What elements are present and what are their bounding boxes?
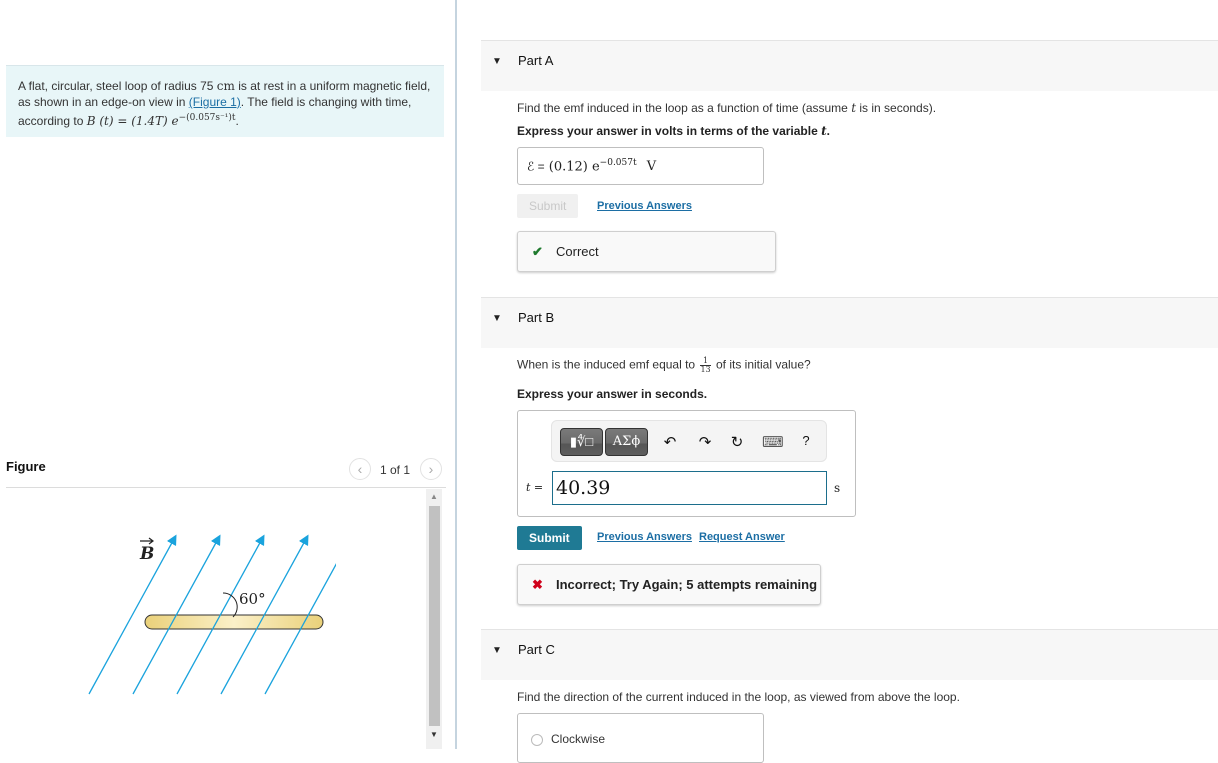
fraction-denominator: 13 xyxy=(700,365,711,374)
part-c-question: Find the direction of the current induce… xyxy=(517,690,960,704)
chevron-left-icon[interactable]: ‹ xyxy=(349,458,371,480)
reset-icon[interactable]: ↻ xyxy=(727,433,747,451)
answer-unit: s xyxy=(834,481,841,495)
feedback-text: Correct xyxy=(556,244,599,259)
part-b-submit-button[interactable]: Submit xyxy=(517,526,582,550)
pane-divider[interactable] xyxy=(455,0,457,749)
part-a-instruction-text: Express your answer in volts in terms of… xyxy=(517,124,822,138)
scroll-down-icon[interactable]: ▼ xyxy=(426,729,442,741)
caret-down-icon[interactable]: ▼ xyxy=(492,56,502,67)
feedback-text: Incorrect; Try Again; 5 attempts remaini… xyxy=(556,577,818,592)
scroll-up-icon[interactable]: ▲ xyxy=(426,491,442,503)
problem-text-1: A flat, circular, steel loop of radius 7… xyxy=(18,79,214,93)
undo-icon[interactable]: ↶ xyxy=(660,433,680,451)
chevron-right-icon[interactable]: › xyxy=(420,458,442,480)
left-pane: A flat, circular, steel loop of radius 7… xyxy=(0,0,456,749)
caret-down-icon[interactable]: ▼ xyxy=(492,645,502,656)
figure-scrollbar[interactable]: ▲ ▼ xyxy=(426,489,442,749)
caret-down-icon[interactable]: ▼ xyxy=(492,313,502,324)
part-b-question: When is the induced emf equal to 1 13 of… xyxy=(517,357,811,377)
figure-pager: 1 of 1 xyxy=(380,463,411,477)
angle-label: 60° xyxy=(239,590,266,608)
t-input-label: t = xyxy=(526,481,544,494)
part-a-previous-answers-link[interactable]: Previous Answers xyxy=(597,200,692,212)
part-a-title: Part A xyxy=(518,53,554,68)
part-b-header[interactable]: ▼ Part B xyxy=(481,297,1218,348)
answer-value: (0.12) e xyxy=(548,159,600,175)
part-a-question-text: Find the emf induced in the loop as a fu… xyxy=(517,101,852,115)
answer-input[interactable]: 40.39 xyxy=(552,471,827,505)
figure-link[interactable]: (Figure 1) xyxy=(189,95,241,109)
x-mark-icon: ✖ xyxy=(532,577,543,592)
option-label: Clockwise xyxy=(551,732,606,746)
equation-end: . xyxy=(235,114,239,128)
part-a-question: Find the emf induced in the loop as a fu… xyxy=(517,101,936,115)
scroll-thumb[interactable] xyxy=(429,506,440,726)
part-b-question-end: of its initial value? xyxy=(715,357,811,372)
magnetic-field-diagram: 60° B xyxy=(88,534,336,695)
field-equation: B (t) = (1.4T) e xyxy=(86,114,179,128)
checkmark-icon: ✔ xyxy=(532,244,543,259)
redo-icon[interactable]: ↷ xyxy=(695,433,715,451)
fraction: 1 13 xyxy=(700,357,711,374)
part-b-previous-answers-link[interactable]: Previous Answers xyxy=(597,531,692,543)
part-a-header[interactable]: ▼ Part A xyxy=(481,40,1218,91)
help-icon[interactable]: ? xyxy=(796,433,816,448)
part-a-answer-box: ℰ = (0.12) e−0.057t V xyxy=(517,147,764,185)
part-a-feedback: ✔ Correct xyxy=(517,231,776,272)
part-a-submit-button[interactable]: Submit xyxy=(517,194,579,218)
part-a-answer: ℰ = (0.12) e−0.057t V xyxy=(527,158,656,174)
greek-symbols-button[interactable]: ΑΣϕ xyxy=(605,428,648,456)
part-b-title: Part B xyxy=(518,310,555,325)
field-label: B xyxy=(139,544,154,564)
problem-statement: A flat, circular, steel loop of radius 7… xyxy=(6,65,444,137)
templates-button[interactable]: ▮∜□ xyxy=(560,428,603,456)
radius-unit: cm xyxy=(216,79,235,93)
part-b-instruction: Express your answer in seconds. xyxy=(517,387,708,401)
answer-exponent: −0.057t xyxy=(599,158,637,168)
part-b-question-text: When is the induced emf equal to xyxy=(517,357,696,372)
part-c-header[interactable]: ▼ Part C xyxy=(481,629,1218,680)
answer-unit: V xyxy=(646,159,657,175)
part-b-feedback: ✖ Incorrect; Try Again; 5 attempts remain… xyxy=(517,564,821,605)
field-equation-exponent: −(0.057s⁻¹)t xyxy=(178,113,236,123)
keyboard-icon[interactable]: ⌨ xyxy=(762,433,784,451)
emf-symbol: ℰ = xyxy=(527,159,545,174)
figure-image: 60° B xyxy=(6,489,426,749)
option-clockwise[interactable]: Clockwise xyxy=(531,732,605,746)
part-a-instruction-end: . xyxy=(826,124,830,138)
request-answer-link[interactable]: Request Answer xyxy=(699,531,785,543)
radio-button[interactable] xyxy=(531,733,543,746)
part-c-options-box: Clockwise xyxy=(517,713,764,763)
part-a-instruction: Express your answer in volts in terms of… xyxy=(517,124,830,138)
math-toolbar: ▮∜□ ΑΣϕ ↶ ↷ ↻ ⌨ ? xyxy=(551,420,827,462)
part-a-question-end: is in seconds). xyxy=(856,101,937,115)
part-c-title: Part C xyxy=(518,642,555,657)
loop-edge xyxy=(144,614,324,630)
figure-title: Figure xyxy=(6,459,46,474)
figure-header: Figure ‹ 1 of 1 › xyxy=(6,455,446,488)
